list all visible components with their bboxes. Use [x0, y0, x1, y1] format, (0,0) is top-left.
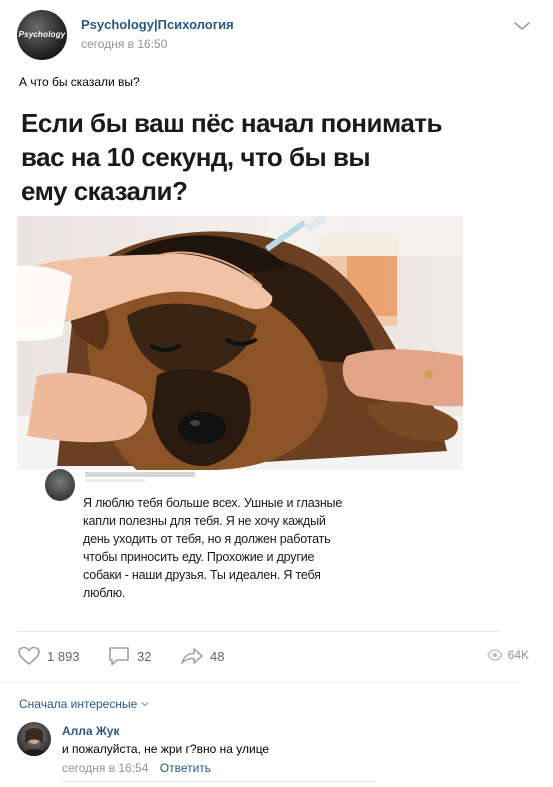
comment-avatar-image — [21, 728, 47, 756]
meme-title: Если бы ваш пёс начал понимать вас на 10… — [21, 106, 461, 208]
comments-sort-dropdown[interactable]: Сначала интересные — [19, 697, 149, 711]
chevron-down-icon[interactable] — [513, 20, 531, 32]
meme-comment-meta-blur — [85, 479, 145, 482]
group-avatar[interactable]: Psychology — [17, 10, 67, 60]
like-count: 1 893 — [47, 648, 80, 664]
views-counter: 64K — [486, 648, 529, 662]
views-count: 64K — [507, 648, 529, 662]
heart-icon — [18, 646, 40, 665]
actions-top-divider — [17, 631, 500, 632]
post-time[interactable]: сегодня в 16:50 — [81, 37, 167, 51]
comment-text: и пожалуйста, не жри г?вно на улице — [62, 742, 270, 756]
post-actions: 1 893 32 48 64K — [0, 638, 553, 672]
comment-author-avatar[interactable] — [17, 722, 51, 756]
post-header: Psychology Psychology|Психология сегодня… — [0, 0, 553, 70]
comment-button[interactable]: 32 — [107, 646, 151, 666]
meme-comment-name-blur — [85, 472, 195, 477]
reply-link[interactable]: Ответить — [160, 761, 211, 775]
meme-title-line-2: вас на 10 секунд, что бы вы — [21, 142, 371, 172]
meme-comment-avatar — [45, 469, 75, 501]
share-button[interactable]: 48 — [180, 646, 224, 666]
meme-title-line-3: ему сказали? — [21, 176, 188, 206]
dog-illustration — [17, 216, 463, 470]
meme-comment-text: Я люблю тебя больше всех. Ушные и глазны… — [83, 496, 343, 600]
post-text: А что бы сказали вы? — [19, 75, 140, 89]
meme-image[interactable]: Если бы ваш пёс начал понимать вас на 10… — [17, 102, 463, 620]
comments-sort-label: Сначала интересные — [19, 697, 138, 711]
dog-photo — [17, 216, 463, 470]
like-button[interactable]: 1 893 — [17, 646, 80, 666]
comment-author-name[interactable]: Алла Жук — [62, 724, 119, 738]
comment-bottom-divider — [62, 781, 376, 782]
comment-time[interactable]: сегодня в 16:54 — [62, 761, 148, 775]
share-icon — [181, 648, 203, 664]
comment-icon — [109, 647, 129, 666]
comments-top-divider — [0, 682, 519, 683]
comment-meta: сегодня в 16:54 Ответить — [62, 761, 211, 775]
group-name-link[interactable]: Psychology|Психология — [81, 17, 234, 32]
comment-count: 32 — [137, 648, 152, 664]
share-count: 48 — [210, 648, 225, 664]
eye-icon — [486, 649, 503, 661]
meme-title-line-1: Если бы ваш пёс начал понимать — [21, 108, 443, 138]
chevron-down-icon — [141, 702, 149, 707]
group-avatar-label: Psychology — [18, 30, 66, 39]
